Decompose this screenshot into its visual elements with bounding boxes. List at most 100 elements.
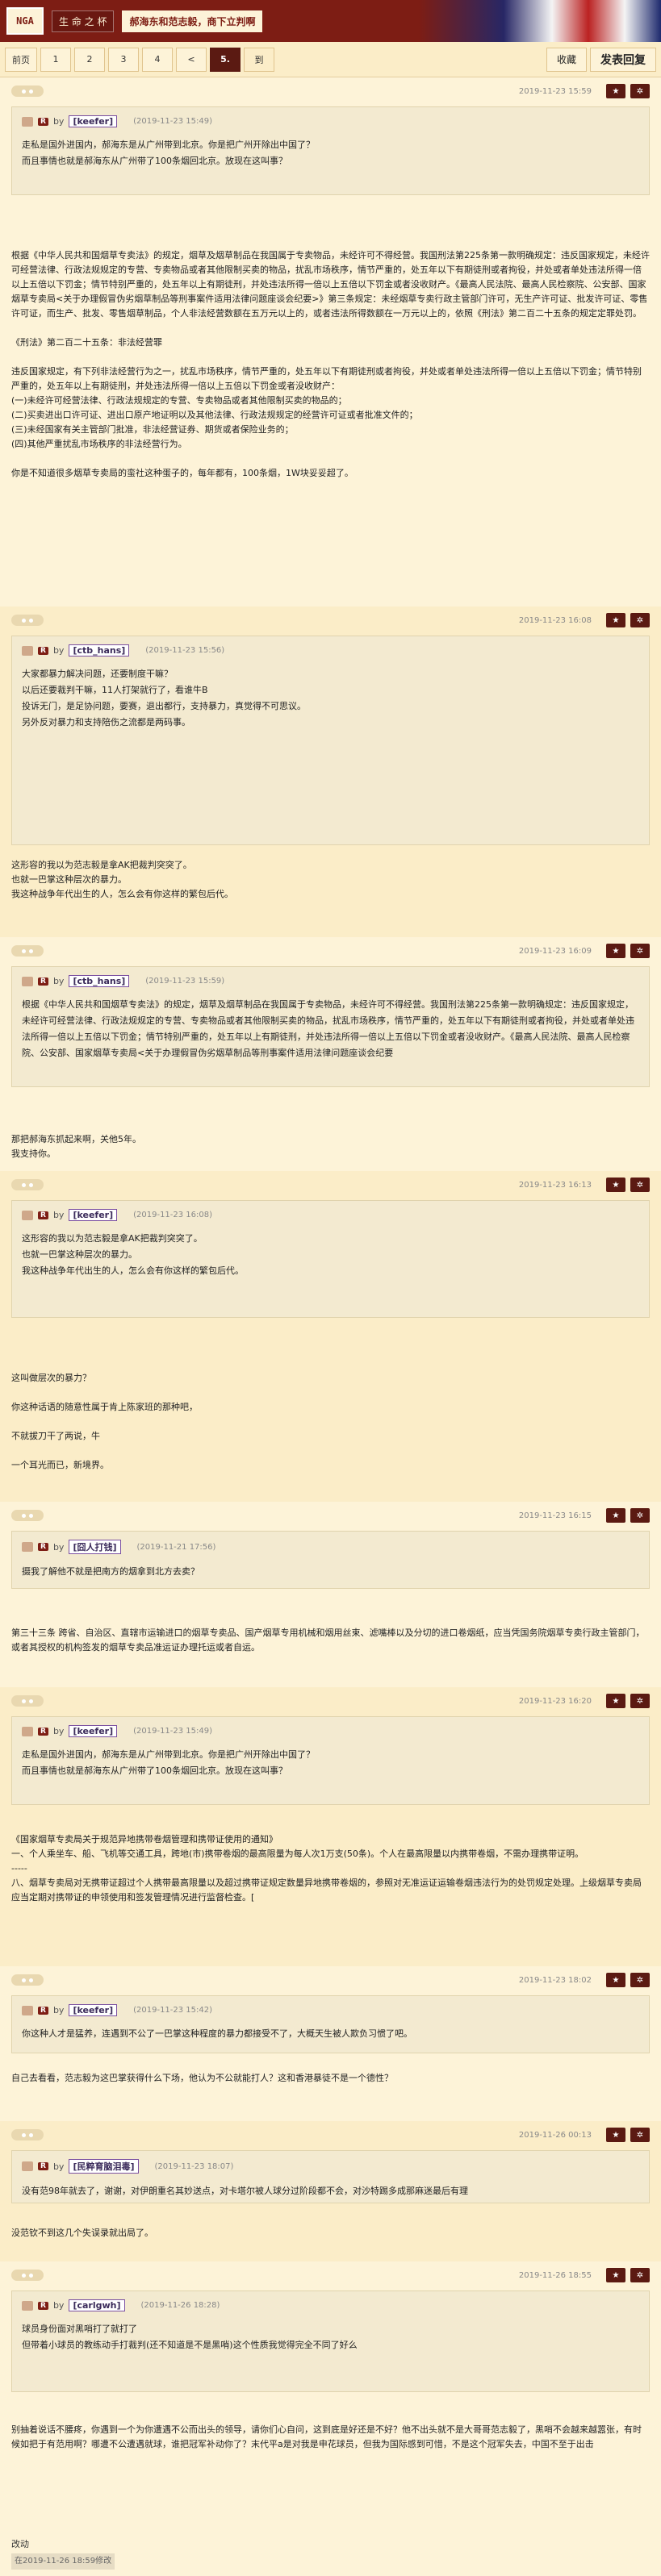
- quote-text: 摄我了解他不就是把南方的烟拿到北方去卖？: [22, 1564, 639, 1580]
- post: 2019-11-23 16:15 ★ ✲ Rby [囧人打钱] (2019-11-21 1…: [0, 1502, 661, 1687]
- quote-username[interactable]: [民粹育脑泪毒]: [69, 2159, 139, 2174]
- post-body: 根据《中华人民共和国烟草专卖法》的规定，烟草及烟草制品在我国属于专卖物品，未经许…: [11, 248, 650, 481]
- flag-decoration: [419, 0, 661, 42]
- post-floor-indicator[interactable]: [11, 945, 44, 957]
- quote-username[interactable]: [keefer]: [69, 1209, 118, 1221]
- star-icon[interactable]: ★: [606, 1178, 625, 1192]
- star-icon[interactable]: ★: [606, 613, 625, 627]
- quote-username[interactable]: [keefer]: [69, 115, 118, 127]
- star-icon[interactable]: ★: [606, 944, 625, 958]
- post-header: 2019-11-23 16:08 ★ ✲: [11, 611, 650, 629]
- gear-icon[interactable]: ✲: [630, 1508, 650, 1523]
- reply-button[interactable]: 发表回复: [590, 47, 656, 72]
- post-floor-indicator[interactable]: [11, 1695, 44, 1707]
- post-timestamp: 2019-11-26 18:55: [518, 2270, 592, 2280]
- quote-username[interactable]: [囧人打钱]: [69, 1540, 121, 1554]
- post-floor-indicator[interactable]: [11, 2270, 44, 2281]
- star-icon[interactable]: ★: [606, 1508, 625, 1523]
- post-header: 2019-11-26 18:55 ★ ✲: [11, 2266, 650, 2284]
- page-back-button[interactable]: <: [176, 47, 207, 72]
- breadcrumb-thread-title[interactable]: 郝海东和范志毅，商下立判啊: [122, 10, 263, 32]
- breadcrumb-board[interactable]: 生 命 之 杯: [52, 10, 115, 32]
- quote-block: Rby [keefer] (2019-11-23 16:08) 这形容的我以为范志毅是…: [11, 1200, 650, 1318]
- gear-icon[interactable]: ✲: [630, 944, 650, 958]
- page-1-button[interactable]: 1: [40, 47, 71, 72]
- post: 2019-11-23 16:08 ★ ✲ Rby [ctb_hans] (2019-11-…: [0, 606, 661, 937]
- quote-block: Rby [keefer] (2019-11-23 15:42) 你这种人才是猛养，连遇…: [11, 1995, 650, 2053]
- bookmark-button[interactable]: 收藏: [546, 47, 587, 72]
- quote-block: Rby [囧人打钱] (2019-11-21 17:56) 摄我了解他不就是把南方的烟…: [11, 1531, 650, 1589]
- post-line: -----: [11, 1863, 27, 1874]
- post-header: 2019-11-23 16:13 ★ ✲: [11, 1176, 650, 1194]
- quote-block: Rby [keefer] (2019-11-23 15:49) 走私是国外进国内，郝海…: [11, 106, 650, 195]
- post-floor-indicator[interactable]: [11, 1974, 44, 1986]
- post-header: 2019-11-23 16:09 ★ ✲: [11, 942, 650, 960]
- post-body: 别抽着说话不腰疼，你遇到一个为你遭遇不公而出头的领导，请你们心自问，这到底是好还…: [11, 2423, 650, 2452]
- page-2-button[interactable]: 2: [74, 47, 105, 72]
- reply-badge: R: [38, 2301, 48, 2310]
- post-floor-indicator[interactable]: [11, 2129, 44, 2140]
- reply-badge: R: [38, 117, 48, 126]
- quote-line: 而且事情也就是郝海东从广州带了100条烟回北京。放现在这叫事？: [22, 1765, 287, 1776]
- quote-username[interactable]: [carlgwh]: [69, 2299, 125, 2311]
- star-icon[interactable]: ★: [606, 1973, 625, 1987]
- post: 2019-11-23 18:02 ★ ✲ Rby [keefer] (2019-11-23…: [0, 1966, 661, 2121]
- gear-icon[interactable]: ✲: [630, 1973, 650, 1987]
- quote-block: Rby [ctb_hans] (2019-11-23 15:56) 大家都暴力解决问题…: [11, 636, 650, 845]
- quote-username[interactable]: [ctb_hans]: [69, 975, 130, 987]
- quote-line: 球员身份面对黑哨打了就打了: [22, 2324, 137, 2334]
- post-floor-indicator[interactable]: [11, 85, 44, 97]
- page-prev-button[interactable]: 前页: [5, 47, 37, 72]
- reply-badge: R: [38, 1543, 48, 1551]
- post-line: [11, 321, 650, 336]
- gear-icon[interactable]: ✲: [630, 2128, 650, 2142]
- quote-timestamp: (2019-11-26 18:28): [140, 2301, 220, 2310]
- star-icon[interactable]: ★: [606, 2268, 625, 2282]
- star-icon[interactable]: ★: [606, 84, 625, 98]
- post-header: 2019-11-26 00:13 ★ ✲: [11, 2126, 650, 2144]
- quote-username[interactable]: [ctb_hans]: [69, 644, 130, 657]
- page-goto-button[interactable]: 到: [244, 47, 274, 72]
- quote-line: 我这种战争年代出生的人，怎么会有你这样的繁包后代。: [22, 1265, 244, 1276]
- post-floor-indicator[interactable]: [11, 615, 44, 626]
- star-icon[interactable]: ★: [606, 1694, 625, 1708]
- quote-icon: [22, 645, 33, 656]
- quote-icon: [22, 1542, 33, 1552]
- post: 2019-11-23 15:59 ★ ✲ Rby [keefer] (2019-11-23…: [0, 77, 661, 606]
- post-line: 违反国家规定，有下列非法经营行为之一，扰乱市场秩序，情节严重的，处五年以下有期徒…: [11, 366, 642, 391]
- quote-block: Rby [carlgwh] (2019-11-26 18:28) 球员身份面对黑哨打了…: [11, 2290, 650, 2392]
- gear-icon[interactable]: ✲: [630, 84, 650, 98]
- quote-by-label: by: [52, 2161, 65, 2172]
- quote-icon: [22, 2300, 33, 2311]
- page-4-button[interactable]: 4: [142, 47, 173, 72]
- quote-icon: [22, 116, 33, 127]
- quote-by-label: by: [52, 1210, 65, 1220]
- post-timestamp: 2019-11-23 16:13: [518, 1180, 592, 1190]
- edit-stamp: 在2019-11-26 18:59修改: [11, 2553, 115, 2570]
- site-logo[interactable]: NGA: [6, 7, 44, 35]
- post-floor-indicator[interactable]: [11, 1179, 44, 1190]
- gear-icon[interactable]: ✲: [630, 1694, 650, 1708]
- quote-username[interactable]: [keefer]: [69, 2004, 118, 2016]
- quote-icon: [22, 2005, 33, 2015]
- post-line: (二)买卖进出口许可证、进出口原产地证明以及其他法律、行政法规规定的经营许可证或…: [11, 410, 418, 420]
- quote-username[interactable]: [keefer]: [69, 1725, 118, 1737]
- quote-line: 没有范98年就去了，谢谢，对伊朗重名其妙送点，对卡塔尔被人球分过阶段都不会，对沙…: [22, 2186, 468, 2196]
- gear-icon[interactable]: ✲: [630, 1178, 650, 1192]
- star-icon[interactable]: ★: [606, 2128, 625, 2142]
- quote-text: 走私是国外进国内，郝海东是从广州带到北京。你是把广州开除出中国了？ 而且事情也就是…: [22, 137, 639, 169]
- post-header: 2019-11-23 15:59 ★ ✲: [11, 82, 650, 100]
- gear-icon[interactable]: ✲: [630, 2268, 650, 2282]
- post: 2019-11-23 16:09 ★ ✲ Rby [ctb_hans] (2019-11-…: [0, 937, 661, 1171]
- quote-timestamp: (2019-11-23 15:59): [145, 977, 225, 986]
- post-line: 你这种话语的随意性属于肯上陈家班的那种吧，: [11, 1402, 198, 1412]
- post-timestamp: 2019-11-23 16:09: [518, 946, 592, 956]
- gear-icon[interactable]: ✲: [630, 613, 650, 627]
- quote-timestamp: (2019-11-23 15:49): [133, 117, 213, 126]
- reply-badge: R: [38, 2162, 48, 2170]
- post-floor-indicator[interactable]: [11, 1510, 44, 1521]
- pagination-bar: 前页 1 2 3 4 < 5. 到 收藏 发表回复: [0, 42, 661, 77]
- page-3-button[interactable]: 3: [108, 47, 139, 72]
- page-current-button[interactable]: 5.: [210, 47, 241, 72]
- quote-line: 但带着小球员的教练动手打裁判(还不知道是不是黑哨)这个性质我觉得完全不同了好么: [22, 2340, 358, 2350]
